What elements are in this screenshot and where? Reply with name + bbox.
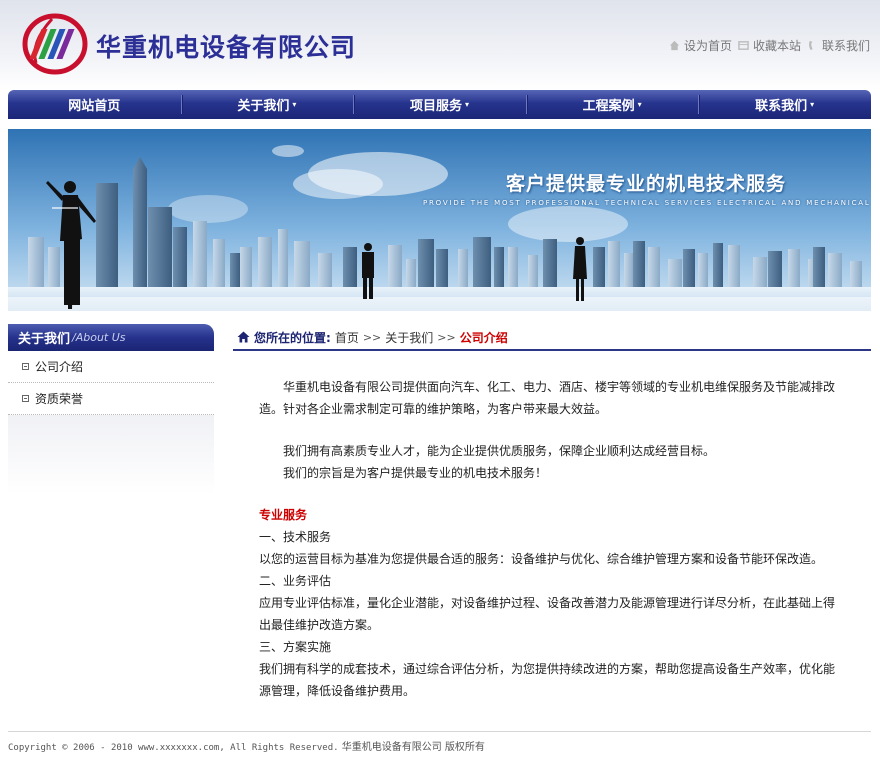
intro-paragraph: 华重机电设备有限公司提供面向汽车、化工、电力、酒店、楼宇等领域的专业机电维保服务… [259,380,836,416]
set-homepage-link[interactable]: 设为首页 [669,37,732,54]
chevron-down-icon: ▾ [810,99,815,109]
company-logo-icon[interactable] [22,13,88,75]
nav-label: 项目服务 [409,99,462,114]
nav-label: 关于我们 [237,99,290,114]
nav-item-about[interactable]: 关于我们 ▾ [180,90,354,119]
footer-divider [8,731,871,732]
home-icon [669,40,680,51]
service-1-title: 一、技术服务 [259,530,332,544]
company-name[interactable]: 华重机电设备有限公司 [96,28,356,64]
talent-paragraph: 我们拥有高素质专业人才，能为企业提供优质服务，保障企业顺利达成经营目标。 [283,444,716,458]
hero-banner: 客户提供最专业的机电技术服务 PROVIDE THE MOST PROFESSI… [8,129,871,311]
nav-label: 网站首页 [68,99,121,114]
contact-link[interactable]: 联系我们 [807,37,870,54]
bookmark-link[interactable]: 收藏本站 [738,37,801,54]
nav-label: 工程案例 [582,99,635,114]
nav-label: 联系我们 [755,99,808,114]
header: 华重机电设备有限公司 设为首页 收藏本站 联系我们 [0,0,880,88]
top-link-label: 收藏本站 [752,39,801,53]
nav-item-home[interactable]: 网站首页 [8,90,181,119]
main-nav: 网站首页 关于我们 ▾ 项目服务 ▾ 工程案例 ▾ 联系我们 ▾ [8,90,871,119]
chevron-down-icon: ▾ [637,99,642,109]
service-2-text: 应用专业评估标准，量化企业潜能，对设备维护过程、设备改善潜力及能源管理进行详尽分… [259,596,836,632]
phone-icon [809,40,813,51]
top-link-label: 设为首页 [683,39,732,53]
mission-paragraph: 我们的宗旨是为客户提供最专业的机电技术服务！ [283,466,548,480]
banner-english-slogan: PROVIDE THE MOST PROFESSIONAL TECHNICAL … [423,199,871,207]
sidebar: 关于我们 /About Us 公司介绍 资质荣誉 [8,324,214,495]
footer-copyright: Copyright © 2006 - 2010 www.xxxxxxx.com,… [8,743,339,753]
sidebar-fade [8,415,214,495]
section-title: 专业服务 [259,508,308,522]
nav-item-cases[interactable]: 工程案例 ▾ [525,90,699,119]
top-link-label: 联系我们 [821,39,870,53]
breadcrumb-current: 公司介绍 [459,330,508,345]
footer: Copyright © 2006 - 2010 www.xxxxxxx.com,… [8,738,485,753]
chevron-down-icon: ▾ [292,99,297,109]
sidebar-item-company-intro[interactable]: 公司介绍 [8,351,214,383]
article-content: 华重机电设备有限公司提供面向汽车、化工、电力、酒店、楼宇等领域的专业机电维保服务… [259,376,844,702]
sidebar-item-label: 资质荣誉 [35,392,84,406]
sidebar-subtitle: /About Us [72,331,126,344]
service-2-title: 二、业务评估 [259,574,332,588]
banner-slogan: 客户提供最专业的机电技术服务 [506,173,787,195]
service-3-title: 三、方案实施 [259,640,332,654]
footer-owner: 华重机电设备有限公司 版权所有 [341,742,485,753]
bookmark-icon [738,41,749,50]
breadcrumb: 您所在的位置: 首页 >> 关于我们 >> 公司介绍 [233,325,871,351]
nav-item-contact[interactable]: 联系我们 ▾ [698,90,871,119]
breadcrumb-location-label: 您所在的位置: [254,330,331,345]
service-3-text: 我们拥有科学的成套技术，通过综合评估分析，为您提供持续改进的方案，帮助您提高设备… [259,662,836,698]
sidebar-header: 关于我们 /About Us [8,324,214,351]
bullet-icon [22,395,29,402]
sidebar-item-label: 公司介绍 [35,360,84,374]
city-skyline-illustration [8,129,871,311]
sidebar-title: 关于我们 [18,332,71,347]
top-links: 设为首页 收藏本站 联系我们 [669,37,870,54]
breadcrumb-separator: >> [362,330,382,344]
breadcrumb-separator: >> [437,330,456,344]
breadcrumb-link-about[interactable]: 关于我们 [385,329,433,346]
service-1-text: 以您的运营目标为基准为您提供最合适的服务：设备维护与优化、综合维护管理方案和设备… [259,552,824,566]
nav-item-services[interactable]: 项目服务 ▾ [353,90,526,119]
sidebar-item-qualifications[interactable]: 资质荣誉 [8,383,214,415]
bullet-icon [22,363,29,370]
home-icon [237,331,250,343]
chevron-down-icon: ▾ [464,99,469,109]
breadcrumb-link-home[interactable]: 首页 [335,329,359,346]
